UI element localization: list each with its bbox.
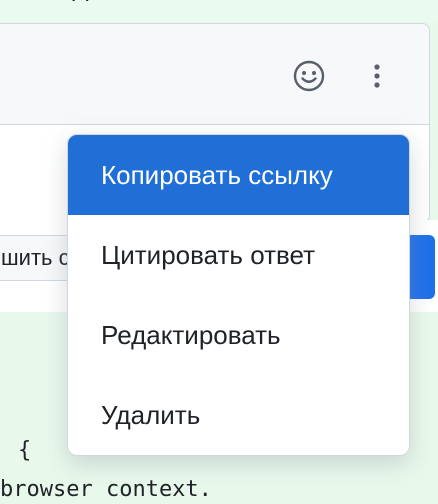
top-strip: · · xyxy=(0,0,438,22)
menu-item-quote-reply[interactable]: Цитировать ответ xyxy=(68,215,409,295)
menu-item-copy-link[interactable]: Копировать ссылку xyxy=(68,135,409,215)
code-line: browser context. xyxy=(0,477,212,502)
menu-item-edit[interactable]: Редактировать xyxy=(68,295,409,375)
comment-header xyxy=(0,24,429,125)
top-strip-text: · · xyxy=(70,0,91,12)
comment-options-menu: Копировать ссылку Цитировать ответ Редак… xyxy=(67,134,410,456)
code-line: { xyxy=(18,438,32,463)
smiley-icon xyxy=(293,60,325,92)
menu-item-delete[interactable]: Удалить xyxy=(68,375,409,455)
more-options-button[interactable] xyxy=(362,59,392,93)
kebab-dots-icon xyxy=(374,64,380,88)
add-reaction-button[interactable] xyxy=(292,59,326,93)
resolve-button-label: шить с xyxy=(1,245,70,270)
